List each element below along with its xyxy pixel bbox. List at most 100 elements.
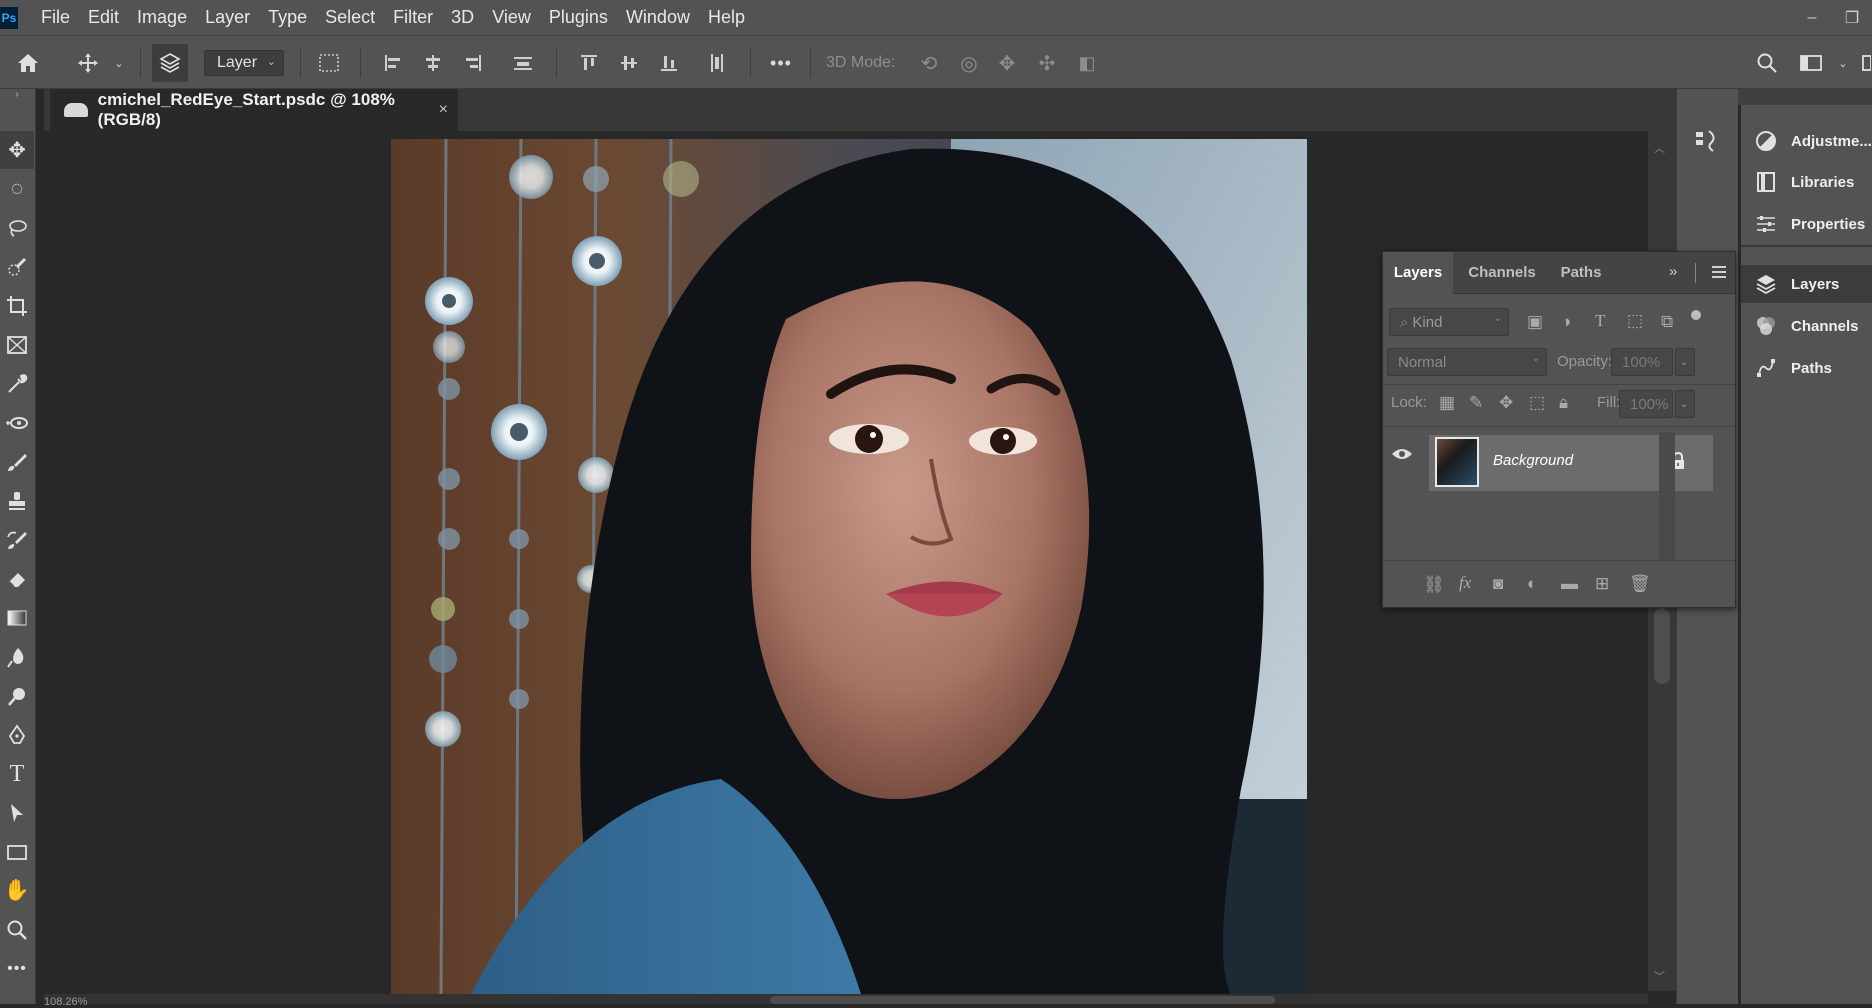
home-icon[interactable]	[10, 36, 46, 90]
align-bottom-icon[interactable]	[654, 36, 684, 90]
expand-toolbar-icon[interactable]: ›	[0, 89, 34, 100]
lock-position-icon[interactable]: ✥	[1499, 393, 1513, 413]
document-canvas-image[interactable]	[391, 139, 1307, 994]
panel-menu-icon[interactable]	[1711, 265, 1727, 284]
marquee-tool-icon[interactable]: ◌	[0, 170, 34, 208]
menu-file[interactable]: File	[32, 0, 79, 35]
menu-view[interactable]: View	[483, 0, 540, 35]
type-filter-icon[interactable]: T	[1595, 311, 1605, 331]
frame-tool-icon[interactable]	[0, 326, 34, 364]
menu-3d[interactable]: 3D	[442, 0, 483, 35]
align-right-icon[interactable]	[458, 36, 488, 90]
scroll-up-icon[interactable]: ︿	[1654, 140, 1665, 156]
visibility-eye-icon[interactable]	[1391, 447, 1413, 466]
blend-mode-select[interactable]: Normal ⌄	[1387, 348, 1547, 376]
move-tool-icon[interactable]: ✥	[0, 131, 34, 169]
new-layer-icon[interactable]: ⊞	[1595, 574, 1609, 594]
fill-dropdown[interactable]: ⌄	[1675, 390, 1695, 418]
minimize-button[interactable]: –	[1792, 9, 1832, 27]
hand-tool-icon[interactable]: ✋	[0, 872, 34, 910]
opacity-dropdown[interactable]: ⌄	[1675, 348, 1695, 376]
collapse-panel-icon[interactable]: »	[1669, 263, 1677, 280]
close-tab-icon[interactable]: ×	[439, 101, 448, 119]
workspace-icon[interactable]	[1796, 36, 1826, 90]
history-panel-icon[interactable]	[1693, 127, 1721, 155]
3d-slide-icon[interactable]: ✣	[1032, 36, 1062, 90]
tab-channels[interactable]: Channels	[1457, 252, 1547, 294]
document-tab[interactable]: cmichel_RedEye_Start.psdc @ 108% (RGB/8)…	[50, 89, 458, 131]
menu-layer[interactable]: Layer	[196, 0, 259, 35]
menu-filter[interactable]: Filter	[384, 0, 442, 35]
restore-button[interactable]: ❐	[1832, 8, 1872, 28]
align-middle-icon[interactable]	[614, 36, 644, 90]
history-brush-icon[interactable]	[0, 521, 34, 559]
layers-panel-button[interactable]: Layers	[1741, 265, 1872, 303]
path-selection-icon[interactable]	[0, 794, 34, 832]
more-options-icon[interactable]: •••	[766, 36, 796, 90]
align-left-icon[interactable]	[378, 36, 408, 90]
auto-select-icon[interactable]	[152, 44, 188, 82]
3d-camera-icon[interactable]: ◧	[1072, 36, 1102, 90]
distribute-vertical-icon[interactable]	[702, 36, 732, 90]
lock-image-icon[interactable]: ✎	[1469, 393, 1483, 413]
scroll-down-icon[interactable]: ﹀	[1654, 968, 1665, 984]
pen-tool-icon[interactable]	[0, 716, 34, 754]
move-tool-icon[interactable]	[74, 36, 102, 90]
align-top-icon[interactable]	[574, 36, 604, 90]
paths-panel-button[interactable]: Paths	[1741, 349, 1872, 387]
type-tool-icon[interactable]: T	[0, 755, 34, 793]
layer-thumbnail[interactable]	[1435, 437, 1479, 487]
pixel-filter-icon[interactable]: ▣	[1527, 312, 1543, 332]
layer-name[interactable]: Background	[1493, 452, 1573, 469]
filter-toggle-icon[interactable]	[1691, 310, 1701, 320]
distribute-icon[interactable]	[508, 36, 538, 90]
properties-panel-button[interactable]: Properties	[1741, 205, 1872, 243]
eyedropper-icon[interactable]	[0, 365, 34, 403]
vertical-scroll-thumb[interactable]	[1654, 608, 1670, 684]
fx-icon[interactable]: fx	[1459, 573, 1471, 593]
adjustments-panel-button[interactable]: Adjustme...	[1741, 122, 1872, 160]
align-center-icon[interactable]	[418, 36, 448, 90]
blur-tool-icon[interactable]	[0, 638, 34, 676]
opacity-input[interactable]: 100%	[1611, 348, 1673, 376]
lock-artboard-icon[interactable]: ⬚	[1529, 393, 1545, 413]
3d-orbit-icon[interactable]: ⟲	[914, 36, 944, 90]
zoom-tool-icon[interactable]	[0, 911, 34, 949]
lock-all-icon[interactable]: 🔒︎	[1559, 393, 1568, 413]
layer-kind-filter[interactable]: ⌕ Kind ⌄	[1389, 308, 1509, 336]
fill-input[interactable]: 100%	[1619, 390, 1673, 418]
adjustment-filter-icon[interactable]: ◑	[1561, 312, 1571, 332]
menu-type[interactable]: Type	[259, 0, 316, 35]
delete-layer-icon[interactable]: 🗑︎	[1629, 574, 1651, 594]
add-mask-icon[interactable]: ◙	[1493, 574, 1503, 594]
dodge-tool-icon[interactable]	[0, 677, 34, 715]
lock-transparent-icon[interactable]: ▦	[1439, 393, 1455, 413]
shape-filter-icon[interactable]: ⬚	[1627, 311, 1643, 331]
crop-tool-icon[interactable]	[0, 287, 34, 325]
lasso-tool-icon[interactable]	[0, 209, 34, 247]
healing-brush-icon[interactable]	[0, 404, 34, 442]
rectangle-tool-icon[interactable]	[0, 833, 34, 871]
libraries-panel-button[interactable]: Libraries	[1741, 163, 1872, 201]
tab-layers[interactable]: Layers	[1383, 252, 1453, 294]
eraser-tool-icon[interactable]	[0, 560, 34, 598]
search-icon[interactable]	[1752, 36, 1782, 90]
channels-panel-button[interactable]: Channels	[1741, 307, 1872, 345]
horizontal-scroll-thumb[interactable]	[770, 996, 1275, 1004]
brush-tool-icon[interactable]	[0, 443, 34, 481]
menu-plugins[interactable]: Plugins	[540, 0, 617, 35]
menu-help[interactable]: Help	[699, 0, 754, 35]
link-layers-icon[interactable]: ⛓	[1423, 575, 1445, 595]
tab-paths[interactable]: Paths	[1549, 252, 1613, 294]
layer-dropdown[interactable]: Layer ⌄	[204, 50, 284, 76]
menu-image[interactable]: Image	[128, 0, 196, 35]
new-adjustment-icon[interactable]: ◐	[1527, 574, 1537, 594]
stamp-tool-icon[interactable]	[0, 482, 34, 520]
new-group-icon[interactable]: ▬	[1561, 574, 1578, 594]
smart-object-filter-icon[interactable]: ⧉	[1661, 312, 1673, 332]
zoom-readout[interactable]: 108.26%	[44, 996, 87, 1008]
chevron-down-icon[interactable]: ⌄	[112, 36, 126, 90]
menu-edit[interactable]: Edit	[79, 0, 128, 35]
menu-select[interactable]: Select	[316, 0, 384, 35]
gradient-tool-icon[interactable]	[0, 599, 34, 637]
